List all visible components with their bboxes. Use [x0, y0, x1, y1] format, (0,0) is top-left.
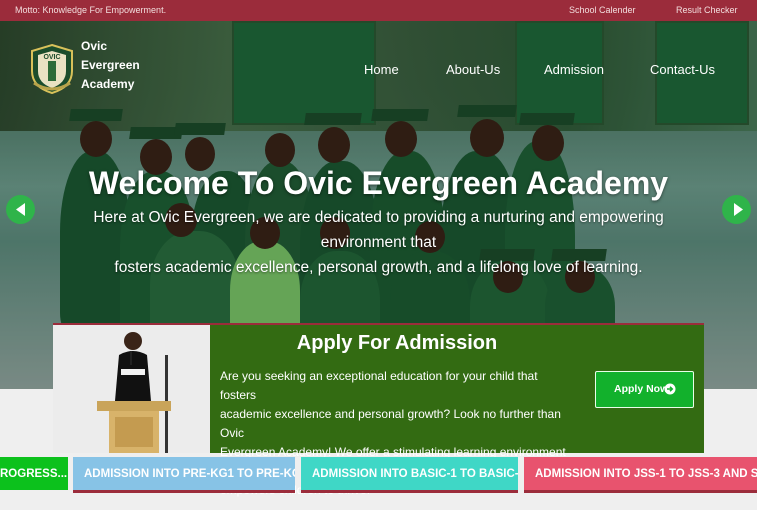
hero-subtitle-line: fosters academic excellence, personal gr…	[114, 259, 643, 276]
nav-contact-us[interactable]: Contact-Us	[650, 62, 715, 77]
slider-next-button[interactable]	[722, 195, 751, 224]
school-calendar-link[interactable]: School Calender	[569, 5, 636, 15]
nav-about-us[interactable]: About-Us	[446, 62, 500, 77]
ticker-item[interactable]: ADMISSION INTO BASIC-1 TO BASIC-5	[301, 457, 518, 493]
result-checker-link[interactable]: Result Checker	[676, 5, 738, 15]
nav-admission[interactable]: Admission	[544, 62, 604, 77]
hero-subtitle: Here at Ovic Evergreen, we are dedicated…	[50, 205, 707, 280]
ticker-label: ROGRESS...	[0, 468, 68, 480]
admission-card: Apply For Admission Are you seeking an e…	[53, 323, 704, 497]
arrow-circle-right-icon	[664, 383, 676, 395]
slider-prev-button[interactable]	[6, 195, 35, 224]
apply-now-button[interactable]: Apply Now	[595, 371, 694, 408]
admission-ticker: ROGRESS... ADMISSION INTO PRE-KG1 TO PRE…	[0, 455, 757, 495]
ticker-item[interactable]: ADMISSION INTO JSS-1 TO JSS-3 AND SS-1	[524, 457, 757, 493]
admission-text-line: academic excellence and personal growth?…	[220, 407, 561, 440]
school-logo[interactable]: OVIC	[28, 43, 76, 95]
admission-text-line: Are you seeking an exceptional education…	[220, 369, 538, 402]
logo-text: OVIC	[43, 54, 60, 61]
ticker-item[interactable]: ROGRESS...	[0, 457, 68, 490]
apply-now-label: Apply Now	[614, 383, 669, 395]
nav-home[interactable]: Home	[364, 62, 399, 77]
hero-subtitle-line: Here at Ovic Evergreen, we are dedicated…	[93, 209, 664, 251]
brand-line: Academy	[81, 77, 135, 91]
top-bar: Motto: Knowledge For Empowerment. School…	[0, 0, 757, 21]
ticker-label: ADMISSION INTO PRE-KG1 TO PRE-KG3	[84, 468, 295, 480]
brand-line: Evergreen	[81, 58, 140, 72]
ticker-item[interactable]: ADMISSION INTO PRE-KG1 TO PRE-KG3	[73, 457, 295, 493]
motto-text: Motto: Knowledge For Empowerment.	[15, 5, 167, 15]
brand-name[interactable]: Ovic Evergreen Academy	[81, 37, 161, 94]
admission-photo	[53, 325, 210, 453]
chevron-left-icon	[16, 203, 25, 216]
admission-title: Apply For Admission	[296, 332, 498, 354]
hero-title: Welcome To Ovic Evergreen Academy	[88, 165, 669, 201]
ticker-label: ADMISSION INTO JSS-1 TO JSS-3 AND SS-1	[535, 468, 757, 480]
chevron-right-icon	[734, 203, 743, 216]
ticker-label: ADMISSION INTO BASIC-1 TO BASIC-5	[312, 468, 518, 480]
brand-line: Ovic	[81, 39, 108, 53]
